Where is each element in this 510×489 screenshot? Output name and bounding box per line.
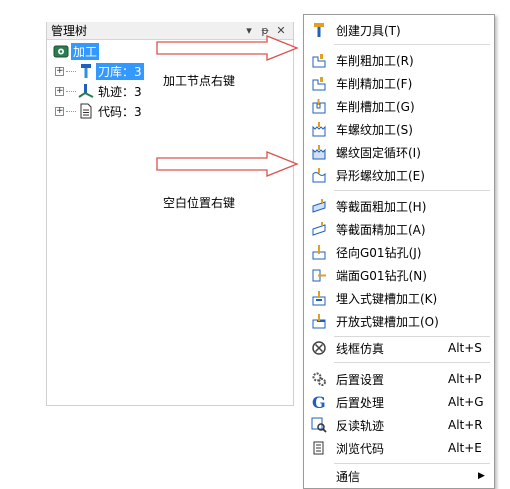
menu-item-radial-drill[interactable]: 径向G01钻孔(J)	[304, 241, 494, 263]
menu-item-reverse-read[interactable]: 反读轨迹 Alt+R	[304, 414, 494, 436]
menu-item-label: 后置设置	[336, 372, 385, 387]
menu-item-browse-code[interactable]: 浏览代码 Alt+E	[304, 437, 494, 459]
menu-item-face-drill[interactable]: 端面G01钻孔(N)	[304, 264, 494, 286]
annotation-node-right-click: 加工节点右键	[163, 74, 236, 88]
tree-connector	[66, 90, 76, 92]
machining-root-icon	[53, 43, 69, 59]
menu-item-label: 车削精加工(F)	[336, 76, 413, 91]
menu-item-label: 螺纹固定循环(I)	[336, 145, 421, 160]
expand-toggle[interactable]: +	[55, 66, 64, 76]
context-menu: 创建刀具(T) 车削粗加工(R) 车削精加工(F) 车削槽加工(G) 车螺纹加工…	[303, 14, 495, 489]
menu-item-wireframe-sim[interactable]: 线框仿真 Alt+S	[304, 337, 494, 359]
menu-item-label: 车削粗加工(R)	[336, 53, 414, 68]
menu-item-shortcut: Alt+E	[448, 441, 482, 455]
toolpath-icon	[78, 83, 94, 99]
menu-item-label: 异形螺纹加工(E)	[336, 168, 425, 183]
menu-item-special-thread[interactable]: 异形螺纹加工(E)	[304, 164, 494, 186]
browse-code-icon	[310, 439, 328, 457]
radial-drill-icon	[310, 243, 328, 261]
svg-text:G: G	[312, 394, 326, 410]
post-process-icon: G	[310, 393, 328, 411]
embedded-keyway-icon	[310, 289, 328, 307]
tree-node-label: 代码：3	[98, 104, 142, 119]
turn-finish-icon	[310, 74, 328, 92]
menu-item-label: 径向G01钻孔(J)	[336, 245, 422, 260]
menu-separator	[334, 190, 490, 191]
tree-connector	[66, 110, 76, 112]
menu-item-embedded-keyway[interactable]: 埋入式键槽加工(K)	[304, 287, 494, 309]
menu-item-label: 端面G01钻孔(N)	[336, 268, 427, 283]
menu-item-shortcut: Alt+R	[448, 418, 483, 432]
menu-item-create-tool[interactable]: 创建刀具(T)	[304, 19, 494, 41]
menu-item-shortcut: Alt+G	[448, 395, 484, 409]
expand-toggle[interactable]: +	[55, 86, 64, 96]
tree-node-tool-library[interactable]: + 刀库：3	[55, 62, 144, 80]
menu-item-shortcut: Alt+S	[448, 341, 482, 355]
menu-item-label: 车螺纹加工(S)	[336, 122, 413, 137]
arrow-to-menu-top-icon	[156, 35, 299, 61]
tool-library-icon	[78, 63, 94, 79]
menu-item-turn-groove[interactable]: 车削槽加工(G)	[304, 95, 494, 117]
menu-item-section-finish[interactable]: 等截面精加工(A)	[304, 218, 494, 240]
submenu-arrow-icon: ▶	[478, 471, 485, 481]
menu-item-label: 线框仿真	[336, 341, 385, 356]
post-settings-icon	[310, 370, 328, 388]
tree-node-code[interactable]: + 代码：3	[55, 102, 144, 120]
menu-item-open-keyway[interactable]: 开放式键槽加工(O)	[304, 310, 494, 332]
menu-item-turn-rough[interactable]: 车削粗加工(R)	[304, 49, 494, 71]
menu-item-label: 浏览代码	[336, 441, 385, 456]
menu-separator	[334, 362, 490, 363]
menu-separator	[334, 44, 490, 45]
menu-item-label: 后置处理	[336, 395, 385, 410]
section-rough-icon	[310, 197, 328, 215]
wireframe-sim-icon	[310, 339, 328, 357]
tree-node-toolpath[interactable]: + 轨迹：3	[55, 82, 144, 100]
open-keyway-icon	[310, 312, 328, 330]
tree-node-root-label: 加工	[71, 42, 100, 60]
tree-node-label: 刀库：3	[96, 62, 144, 80]
annotation-blank-right-click: 空白位置右键	[163, 196, 236, 210]
turn-rough-icon	[310, 51, 328, 69]
tree-node-root[interactable]: 加工	[53, 42, 100, 60]
special-thread-icon	[310, 166, 328, 184]
tree-node-label: 轨迹：3	[98, 84, 142, 99]
menu-item-label: 车削槽加工(G)	[336, 99, 415, 114]
section-finish-icon	[310, 220, 328, 238]
menu-item-section-rough[interactable]: 等截面粗加工(H)	[304, 195, 494, 217]
face-drill-icon	[310, 266, 328, 284]
menu-item-label: 反读轨迹	[336, 418, 385, 433]
menu-separator	[334, 463, 490, 464]
thread-turn-icon	[310, 120, 328, 138]
arrow-to-menu-middle-icon	[156, 151, 299, 177]
menu-item-thread-cycle[interactable]: 螺纹固定循环(I)	[304, 141, 494, 163]
menu-item-label: 开放式键槽加工(O)	[336, 314, 439, 329]
menu-item-label: 埋入式键槽加工(K)	[336, 291, 438, 306]
tree-connector	[66, 70, 76, 72]
create-tool-icon	[310, 21, 328, 39]
menu-item-thread-turn[interactable]: 车螺纹加工(S)	[304, 118, 494, 140]
menu-item-post-settings[interactable]: 后置设置 Alt+P	[304, 368, 494, 390]
turn-groove-icon	[310, 97, 328, 115]
menu-item-turn-finish[interactable]: 车削精加工(F)	[304, 72, 494, 94]
menu-item-communication[interactable]: 通信 ▶	[304, 465, 494, 487]
expand-toggle[interactable]: +	[55, 106, 64, 116]
menu-item-icon-placeholder	[310, 467, 328, 485]
menu-item-shortcut: Alt+P	[448, 372, 482, 386]
thread-cycle-icon	[310, 143, 328, 161]
menu-item-label: 等截面粗加工(H)	[336, 199, 427, 214]
reverse-read-icon	[310, 416, 328, 434]
menu-item-label: 等截面精加工(A)	[336, 222, 426, 237]
menu-item-label: 通信	[336, 469, 361, 484]
menu-item-label: 创建刀具(T)	[336, 23, 401, 38]
menu-item-post-process[interactable]: G 后置处理 Alt+G	[304, 391, 494, 413]
code-file-icon	[78, 103, 94, 119]
